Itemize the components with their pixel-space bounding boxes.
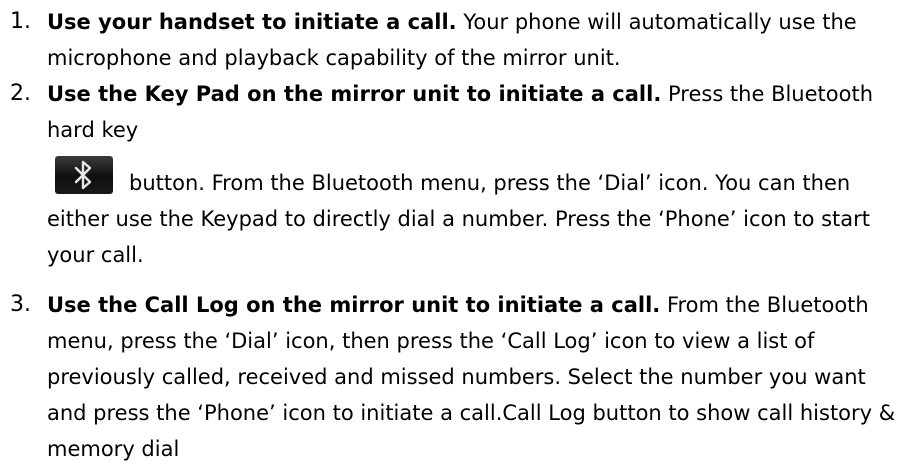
list-item-2: 2. Use the Key Pad on the mirror unit to…	[10, 76, 905, 273]
list-number: 2.	[10, 81, 31, 106]
list-number: 1.	[10, 9, 31, 34]
step-title: Use the Call Log on the mirror unit to i…	[47, 293, 661, 317]
bluetooth-icon	[55, 156, 113, 194]
list-number: 3.	[10, 292, 31, 317]
step-body-part-b: button. From the Bluetooth menu, press t…	[47, 171, 871, 267]
step-title: Use your handset to initiate a call.	[47, 10, 457, 34]
list-item-3: 3. Use the Call Log on the mirror unit t…	[10, 287, 905, 467]
list-item-1: 1. Use your handset to initiate a call. …	[10, 4, 905, 76]
list-item-text: Use the Key Pad on the mirror unit to in…	[47, 76, 905, 273]
list-item-text: Use your handset to initiate a call. You…	[47, 4, 905, 76]
step-body: From the Bluetooth menu, press the ‘Dial…	[47, 293, 896, 461]
list-item-text: Use the Call Log on the mirror unit to i…	[47, 287, 905, 467]
step-title: Use the Key Pad on the mirror unit to in…	[47, 82, 662, 106]
